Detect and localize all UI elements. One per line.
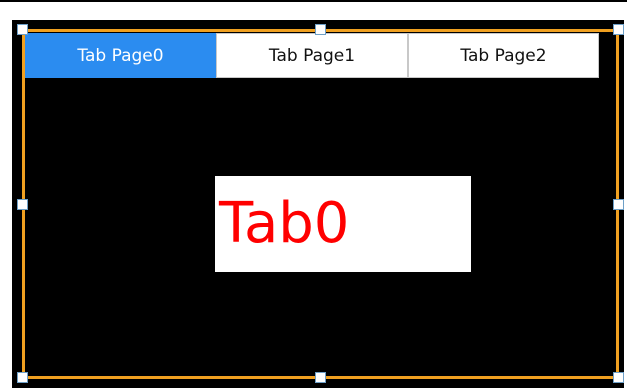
tab-page2[interactable]: Tab Page2 xyxy=(408,33,599,78)
resize-handle-top-center[interactable] xyxy=(315,24,326,35)
tab-page1-label: Tab Page1 xyxy=(268,45,356,66)
tab-page1[interactable]: Tab Page1 xyxy=(216,33,408,78)
resize-handle-bottom-center[interactable] xyxy=(315,372,326,383)
resize-handle-top-right[interactable] xyxy=(613,24,624,35)
resize-handle-bottom-left[interactable] xyxy=(17,372,28,383)
resize-handle-middle-left[interactable] xyxy=(17,199,28,210)
tab-page0-label: Tab Page0 xyxy=(77,45,164,66)
tab-page2-label: Tab Page2 xyxy=(460,45,547,66)
tab-content-label-box[interactable]: Tab0 xyxy=(215,176,471,272)
resize-handle-middle-right[interactable] xyxy=(613,199,624,210)
resize-handle-bottom-right[interactable] xyxy=(613,372,624,383)
tab-bar: Tab Page0 Tab Page1 Tab Page2 xyxy=(25,33,599,78)
top-divider xyxy=(0,0,627,2)
resize-handle-top-left[interactable] xyxy=(17,24,28,35)
design-canvas: Tab Page0 Tab Page1 Tab Page2 Tab0 xyxy=(0,0,627,388)
tab-page0[interactable]: Tab Page0 xyxy=(25,33,216,78)
tab-content-label: Tab0 xyxy=(219,191,350,256)
